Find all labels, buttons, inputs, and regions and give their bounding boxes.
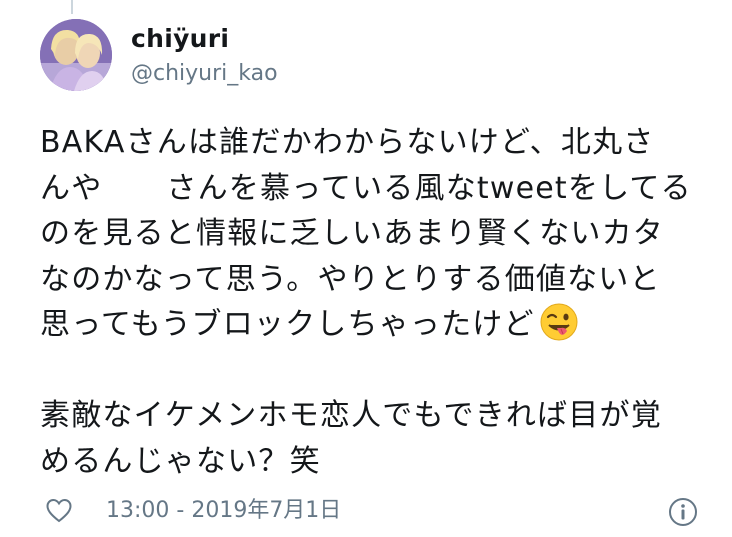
display-name[interactable]: chiÿuri	[131, 24, 278, 54]
tweet-timestamp[interactable]: 13:00 - 2019年7月1日	[106, 497, 341, 525]
tweet-line: なのかなって思う。やりとりする価値ないと	[40, 261, 661, 297]
tweet-footer: 13:00 - 2019年7月1日	[40, 496, 700, 528]
user-handle[interactable]: @chiyuri_kao	[131, 61, 278, 87]
tweet-line: めるんじゃない？笑	[40, 443, 321, 479]
tweet-line-part: さんを慕っている風なtweetをしてる	[166, 170, 692, 206]
tweet-line-with-gap: んや さんを慕っている風なtweetをしてる	[40, 166, 720, 212]
info-icon[interactable]	[668, 497, 698, 527]
tweet-line-part: んや	[40, 170, 103, 206]
avatar[interactable]	[40, 19, 112, 91]
winking-face-with-tongue-icon	[540, 303, 578, 341]
tweet-line-part: 思ってもうブロックしちゃったけど	[40, 307, 535, 342]
tweet-text: BAKAさんは誰だかわからないけど、北丸さ んや さんを慕っている風なtweetを…	[40, 120, 720, 484]
tweet-line: のを見ると情報に乏しいあまり賢くないカタ	[40, 216, 664, 251]
tweet-line: 素敵なイケメンホモ恋人でもできれば目が覚	[40, 398, 662, 433]
user-info: chiÿuri @chiyuri_kao	[131, 24, 278, 87]
tweet-line-with-emoji: 思ってもうブロックしちゃったけど	[40, 302, 720, 348]
heart-icon[interactable]	[46, 498, 72, 524]
thread-connector-line	[71, 0, 73, 14]
profile-photo-icon	[40, 19, 112, 91]
tweet-line: BAKAさんは誰だかわからないけど、北丸さ	[40, 125, 655, 160]
paragraph-break	[40, 348, 720, 394]
